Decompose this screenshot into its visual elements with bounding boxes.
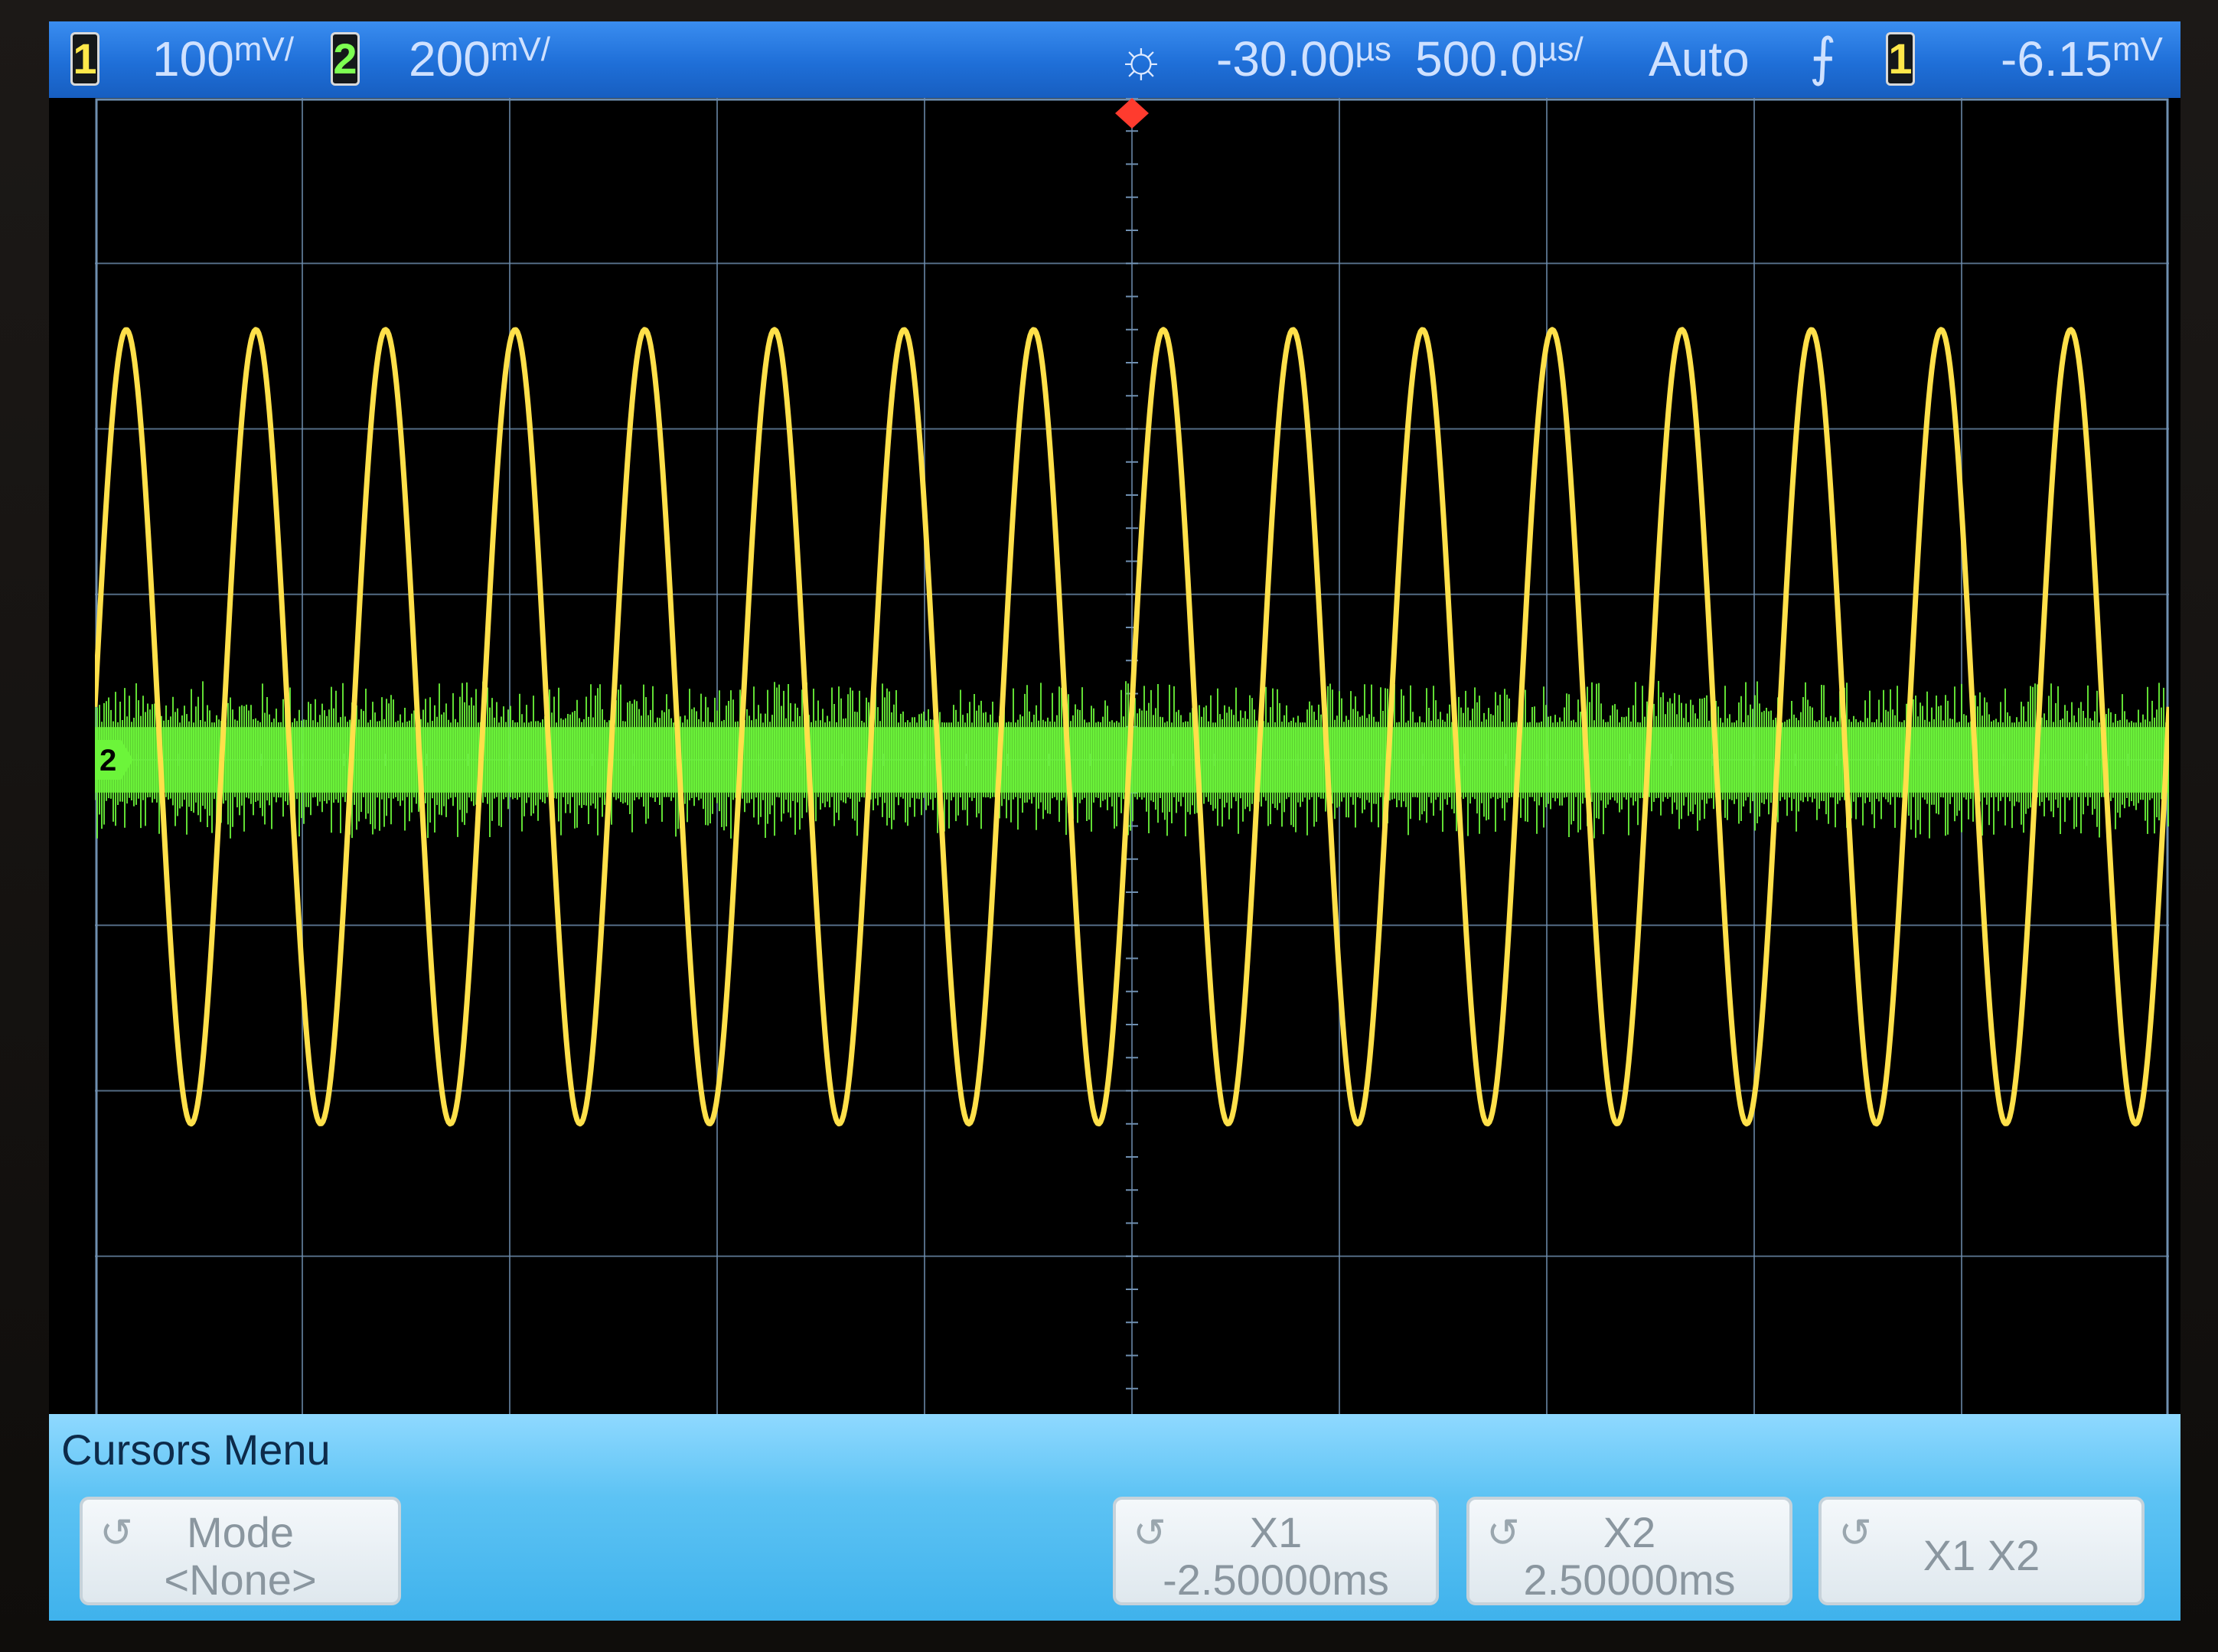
ch1-badge[interactable]: 1 bbox=[70, 32, 99, 86]
ch2-scale-unit: mV/ bbox=[490, 31, 551, 68]
ch2-badge[interactable]: 2 bbox=[331, 32, 360, 86]
ch2-scale-value: 200 bbox=[409, 31, 491, 86]
x2-softkey[interactable]: ↺ X2 2.50000ms bbox=[1466, 1497, 1792, 1605]
x1-x2-softkey-label: X1 X2 bbox=[1923, 1531, 2040, 1579]
ch1-scale-value: 100 bbox=[152, 31, 234, 86]
timebase-value: 500.0 bbox=[1415, 31, 1538, 86]
rising-edge-icon: ⨍ bbox=[1809, 28, 1837, 86]
time-offset-value: -30.00 bbox=[1216, 31, 1355, 86]
timebase[interactable]: 500.0µs/ bbox=[1415, 31, 1584, 87]
ch2-ground-marker-label: 2 bbox=[99, 744, 116, 777]
menu-title: Cursors Menu bbox=[61, 1426, 331, 1474]
x1-softkey-label: X1 bbox=[1249, 1508, 1303, 1556]
ch1-scale-unit: mV/ bbox=[233, 31, 295, 68]
x1-x2-softkey[interactable]: ↺ X1 X2 bbox=[1818, 1497, 2145, 1605]
trigger-source-badge[interactable]: 1 bbox=[1886, 32, 1915, 86]
scope-screen: 1 100mV/ 2 200mV/ ☼ -30.00µs 500.0µs/ Au… bbox=[49, 21, 2180, 1621]
x2-softkey-label: X2 bbox=[1603, 1508, 1656, 1556]
time-offset[interactable]: -30.00µs bbox=[1216, 31, 1391, 87]
trigger-position-marker bbox=[1115, 98, 1149, 129]
waveform-display[interactable]: 2 bbox=[95, 98, 2169, 1422]
waveform-svg: 2 bbox=[95, 98, 2169, 1422]
mode-softkey-value: <None> bbox=[164, 1556, 317, 1604]
ch1-scale[interactable]: 100mV/ bbox=[152, 31, 294, 87]
cursors-menu: Cursors Menu ↺ Mode <None> ↺ X1 -2.50000… bbox=[49, 1414, 2180, 1621]
time-offset-unit: µs bbox=[1355, 31, 1391, 68]
trigger-level-value: -6.15 bbox=[2001, 31, 2112, 86]
scope-bezel: 1 100mV/ 2 200mV/ ☼ -30.00µs 500.0µs/ Au… bbox=[0, 0, 2218, 1652]
status-bar: 1 100mV/ 2 200mV/ ☼ -30.00µs 500.0µs/ Au… bbox=[49, 21, 2180, 98]
x1-softkey-value: -2.50000ms bbox=[1163, 1556, 1389, 1604]
mode-softkey[interactable]: ↺ Mode <None> bbox=[80, 1497, 401, 1605]
run-status-icon: ☼ bbox=[1117, 28, 1166, 88]
trigger-level[interactable]: -6.15mV bbox=[2001, 31, 2163, 87]
trigger-mode[interactable]: Auto bbox=[1649, 31, 1750, 87]
timebase-unit: µs/ bbox=[1538, 31, 1584, 68]
x2-softkey-value: 2.50000ms bbox=[1523, 1556, 1736, 1604]
mode-softkey-label: Mode bbox=[186, 1508, 295, 1556]
trigger-level-unit: mV bbox=[2112, 31, 2163, 68]
x1-softkey[interactable]: ↺ X1 -2.50000ms bbox=[1113, 1497, 1439, 1605]
ch2-scale[interactable]: 200mV/ bbox=[409, 31, 550, 87]
